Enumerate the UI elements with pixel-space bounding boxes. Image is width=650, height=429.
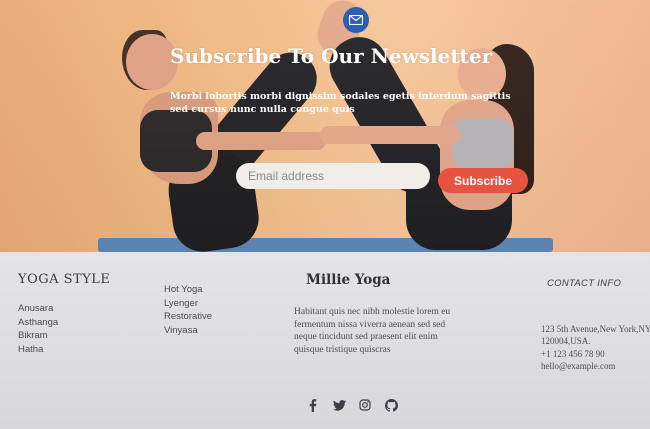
list-item[interactable]: Bikram	[18, 329, 58, 343]
envelope-icon	[343, 7, 369, 33]
contact-address: 123 5th Avenue,New York,NY 120004,USA.	[541, 324, 650, 347]
list-item[interactable]: Hot Yoga	[164, 283, 212, 297]
instagram-icon[interactable]	[358, 398, 372, 412]
newsletter-hero: Subscribe To Our Newsletter Morbi lobort…	[0, 0, 650, 252]
yoga-style-heading: YOGA STYLE	[18, 272, 111, 287]
figure-right-torso	[440, 100, 514, 210]
list-item[interactable]: Hatha	[18, 343, 58, 357]
contact-info: 123 5th Avenue,New York,NY 120004,USA. +…	[541, 323, 650, 372]
yoga-mat	[98, 238, 553, 252]
subscribe-button[interactable]: Subscribe	[438, 168, 528, 193]
figure-right-top	[452, 118, 514, 170]
twitter-icon[interactable]	[332, 398, 346, 412]
github-icon[interactable]	[384, 398, 398, 412]
figure-left-arm	[196, 132, 326, 150]
yoga-style-list: Anusara Asthanga Bikram Hatha	[18, 302, 58, 356]
contact-email[interactable]: hello@example.com	[541, 360, 650, 372]
list-item[interactable]: Lyenger	[164, 297, 212, 311]
figure-left-hair	[122, 30, 168, 90]
contact-phone[interactable]: +1 123 456 78 90	[541, 348, 650, 360]
yoga-style-list-secondary: Hot Yoga Lyenger Restorative Vinyasa	[164, 283, 212, 337]
facebook-icon[interactable]	[306, 398, 320, 412]
list-item[interactable]: Anusara	[18, 302, 58, 316]
newsletter-subtitle: Morbi lobortis morbi dignissim sodales e…	[170, 91, 511, 115]
footer: YOGA STYLE Anusara Asthanga Bikram Hatha…	[0, 252, 650, 429]
list-item[interactable]: Vinyasa	[164, 324, 212, 338]
figure-left-top	[140, 110, 212, 172]
figure-left-hips	[163, 144, 263, 252]
brand-description: Habitant quis nec nibh molestie lorem eu…	[294, 307, 451, 355]
contact-heading: CONTACT INFO	[547, 278, 622, 289]
list-item[interactable]: Restorative	[164, 310, 212, 324]
list-item[interactable]: Asthanga	[18, 316, 58, 330]
newsletter-title: Subscribe To Our Newsletter	[170, 44, 493, 68]
email-input[interactable]	[236, 163, 430, 189]
social-links	[306, 398, 398, 412]
brand-name: Millie Yoga	[306, 272, 391, 288]
figure-right-arm	[320, 126, 460, 144]
